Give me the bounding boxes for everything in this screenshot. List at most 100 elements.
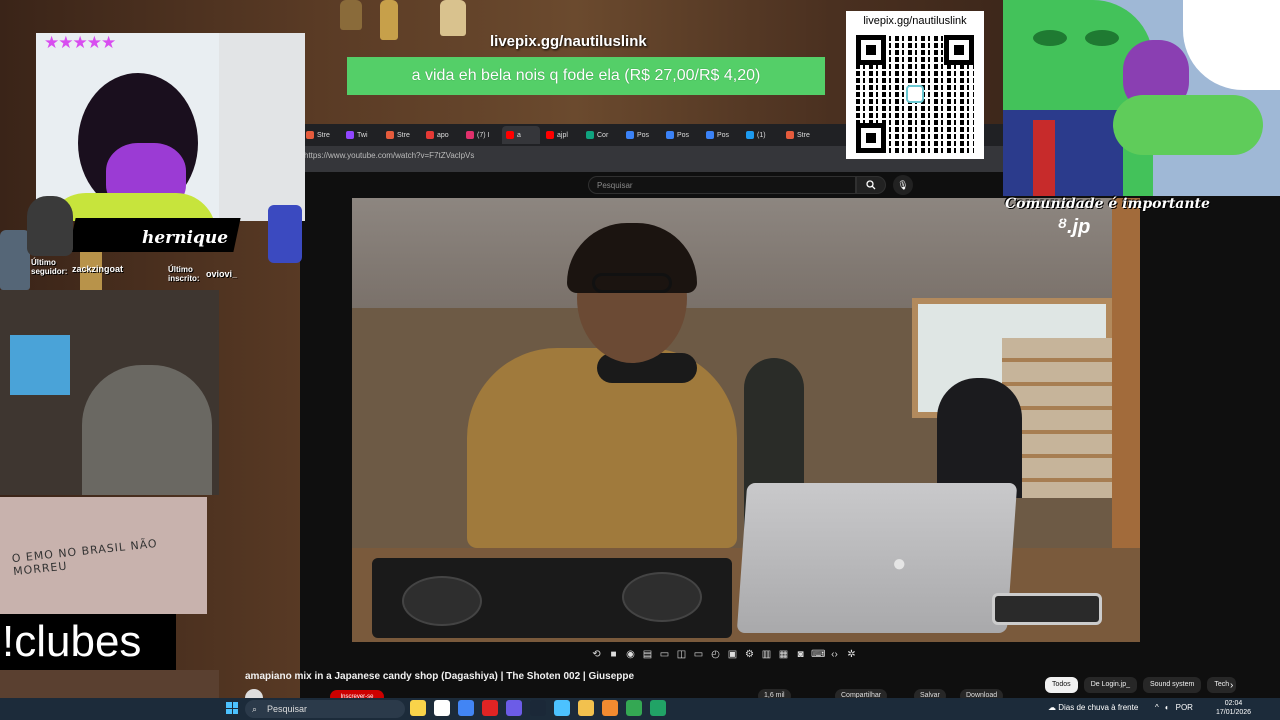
browser-tab[interactable]: Stre <box>782 126 820 144</box>
tab-favicon-icon <box>466 131 474 139</box>
language-indicator[interactable]: POR <box>1176 703 1193 712</box>
miniplayer-icon[interactable]: ◫ <box>675 648 688 661</box>
video-phone <box>992 593 1102 625</box>
browser-tab[interactable]: Pos <box>702 126 740 144</box>
taskbar-app-icon[interactable] <box>650 700 666 716</box>
browser-tab[interactable]: ajpl <box>542 126 580 144</box>
taskbar-app-icon[interactable] <box>530 700 546 716</box>
video-dj-controller <box>372 558 732 638</box>
hooded-person <box>82 365 212 495</box>
search-input[interactable]: Pesquisar <box>588 176 856 194</box>
qr-label: livepix.gg/nautiluslink <box>863 15 967 27</box>
browser-tab[interactable]: Twi <box>342 126 380 144</box>
subtitles-icon[interactable]: ▤ <box>641 648 654 661</box>
taskbar: ⌕ Pesquisar ☁ Dias de chuva à frente ^ ◐… <box>0 698 1280 720</box>
video-title: amapiano mix in a Japanese candy shop (D… <box>245 671 635 682</box>
speed-icon[interactable]: ◴ <box>709 648 722 661</box>
last-sub-label: Último inscrito: <box>168 265 200 283</box>
tab-label: Twi <box>357 131 368 139</box>
pix-link-text: livepix.gg/nautiluslink <box>490 33 647 50</box>
taskbar-search[interactable]: ⌕ Pesquisar <box>245 700 405 718</box>
tab-label: Stre <box>397 131 410 139</box>
player-controls: ⟲ ■ ◉ ▤ ▭ ◫ ▭ ◴ ▣ ⚙ ▥ ▦ ◙ ⌨ ‹› ✲ <box>590 644 900 664</box>
address-text[interactable]: https://www.youtube.com/watch?v=F7tZVacl… <box>304 151 474 160</box>
jog-wheel <box>622 572 702 622</box>
taskbar-app-icon[interactable] <box>602 700 618 716</box>
second-camera <box>0 290 219 495</box>
clock-date: 17/01/2026 <box>1216 709 1252 716</box>
tab-label: Pos <box>677 131 690 139</box>
cartoon-tie <box>1033 120 1055 196</box>
search-button[interactable] <box>856 176 886 194</box>
graffiti-text: O EMO NO BRASIL NÃO MORREU <box>11 536 159 579</box>
browser-tab[interactable]: (7) I <box>462 126 500 144</box>
mic-button[interactable]: 🎙 <box>893 175 913 195</box>
taskbar-app-icon[interactable] <box>458 700 474 716</box>
tab-label: ajpl <box>557 131 568 139</box>
code-icon[interactable]: ‹› <box>828 648 841 661</box>
taskbar-app-icon[interactable] <box>554 700 570 716</box>
tab-favicon-icon <box>626 131 634 139</box>
browser-tab[interactable]: Pos <box>622 126 660 144</box>
tab-label: (7) I <box>477 131 490 139</box>
system-clock[interactable]: 02:04 17/01/2026 <box>1216 699 1251 717</box>
video-customer <box>937 378 1022 498</box>
tab-favicon-icon <box>346 131 354 139</box>
avatar <box>27 196 73 256</box>
taskbar-app-icon[interactable] <box>578 700 594 716</box>
cartoon-eye <box>1085 30 1119 46</box>
taskbar-app-icon[interactable] <box>434 700 450 716</box>
chip-sound-system[interactable]: Sound system <box>1143 677 1202 693</box>
jog-wheel <box>402 576 482 626</box>
keyboard-icon[interactable]: ⌨ <box>811 648 825 661</box>
columns-icon[interactable]: ▥ <box>760 648 773 661</box>
bottle <box>380 0 398 40</box>
bottle <box>340 0 362 30</box>
chip-all[interactable]: Todos <box>1045 677 1078 693</box>
browser-tab[interactable]: (1) <box>742 126 780 144</box>
taskbar-apps <box>410 700 666 716</box>
browser-tab[interactable]: Stre <box>382 126 420 144</box>
taskbar-app-icon[interactable] <box>506 700 522 716</box>
tab-favicon-icon <box>666 131 674 139</box>
webcam-feed <box>36 33 219 221</box>
command-banner: !clubes <box>0 614 176 670</box>
tab-label: Cor <box>597 131 609 139</box>
video-player[interactable]: ● ᴽ.jp <box>352 198 1140 642</box>
tab-label: apo <box>437 131 449 139</box>
camera-icon[interactable]: ◙ <box>794 648 807 661</box>
loop-icon[interactable]: ⟲ <box>590 648 603 661</box>
windows-start-icon[interactable] <box>226 702 238 714</box>
browser-tab[interactable]: apo <box>422 126 460 144</box>
tab-label: Pos <box>717 131 730 139</box>
tab-favicon-icon <box>386 131 394 139</box>
audio-icon[interactable]: ◉ <box>624 648 637 661</box>
screenshot-icon[interactable]: ▭ <box>658 648 671 661</box>
clock-time: 02:04 <box>1224 700 1243 707</box>
volume-icon[interactable]: ▣ <box>726 648 739 661</box>
browser-tab[interactable]: a <box>502 126 540 144</box>
taskbar-app-icon[interactable] <box>410 700 426 716</box>
pixel-avatar <box>268 205 302 263</box>
video-ceiling <box>352 198 1140 308</box>
tab-label: Stre <box>317 131 330 139</box>
chip-channel[interactable]: De Login.jp_ <box>1083 677 1137 693</box>
grid-icon[interactable]: ▦ <box>777 648 790 661</box>
volume-icon[interactable]: ◐ <box>1165 703 1170 712</box>
browser-tab[interactable]: Cor <box>582 126 620 144</box>
theater-icon[interactable]: ▭ <box>692 648 705 661</box>
browser-tab[interactable]: Pos <box>662 126 700 144</box>
settings-icon[interactable]: ⚙ <box>743 648 756 661</box>
stop-icon[interactable]: ■ <box>607 648 620 661</box>
tab-favicon-icon <box>546 131 554 139</box>
weather-widget[interactable]: ☁ Dias de chuva à frente <box>1048 703 1138 712</box>
gear-icon[interactable]: ✲ <box>845 648 858 661</box>
taskbar-app-icon[interactable] <box>626 700 642 716</box>
cartoon-hand <box>1113 95 1263 155</box>
channel-watermark: ᴽ.jp <box>1057 216 1091 238</box>
shop-shelf <box>10 335 70 395</box>
chevron-up-icon[interactable]: ^ <box>1155 703 1159 712</box>
taskbar-app-icon[interactable] <box>482 700 498 716</box>
browser-tab[interactable]: Stre <box>302 126 340 144</box>
chevron-right-icon[interactable]: › <box>1230 680 1233 691</box>
